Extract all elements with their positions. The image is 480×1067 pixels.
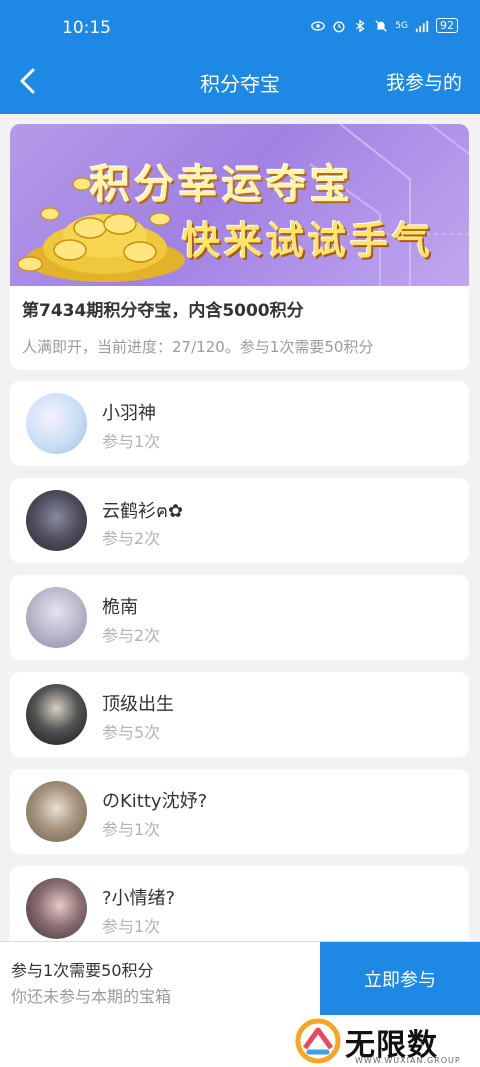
participation-status: 你还未参与本期的宝箱 — [11, 987, 172, 1006]
watermark-url: WWW.WUXIAN.GROUP — [355, 1056, 461, 1065]
participant-item[interactable]: 顶级出生 参与5次 — [10, 672, 469, 757]
participant-name: ?小情绪? — [102, 888, 176, 909]
status-icons: 5G 92 — [311, 18, 458, 33]
participant-item[interactable]: ?小情绪? 参与1次 — [10, 866, 469, 951]
participant-item[interactable]: 桅南 参与2次 — [10, 575, 469, 660]
banner-subheadline: 快来试试手气 — [182, 219, 435, 263]
lottery-card: 积分幸运夺宝 快来试试手气 第7434期积分夺宝，内含5000积分 人满即开，当… — [10, 124, 469, 370]
participant-name: 云鹤衫ฅ✿ — [102, 501, 184, 522]
brand-logo-icon — [295, 1018, 341, 1064]
participant-count: 参与5次 — [102, 723, 161, 742]
status-bar: 10:15 5G 92 — [0, 0, 480, 48]
participant-item[interactable]: のKitty沈妤? 参与1次 — [10, 769, 469, 854]
eye-icon — [311, 20, 326, 31]
participant-count: 参与2次 — [102, 529, 161, 548]
avatar — [26, 490, 87, 551]
watermark-logo: 无限数码 WWW.WUXIAN.GROUP — [295, 1018, 465, 1065]
avatar — [26, 393, 87, 454]
participant-count: 参与2次 — [102, 626, 161, 645]
avatar — [26, 587, 87, 648]
cost-text: 参与1次需要50积分 — [11, 961, 154, 980]
status-time: 10:15 — [62, 18, 111, 38]
participant-name: 小羽神 — [102, 403, 156, 424]
join-now-button[interactable]: 立即参与 — [320, 942, 480, 1015]
participant-count: 参与1次 — [102, 432, 161, 451]
alarm-icon — [333, 20, 345, 32]
bluetooth-icon — [356, 18, 365, 33]
period-description: 人满即开，当前进度：27/120。参与1次需要50积分 — [22, 338, 374, 356]
period-title: 第7434期积分夺宝，内含5000积分 — [22, 301, 304, 321]
participant-count: 参与1次 — [102, 820, 161, 839]
participant-item[interactable]: 小羽神 参与1次 — [10, 381, 469, 466]
battery-icon: 92 — [436, 18, 458, 33]
banner-headline: 积分幸运夺宝 — [90, 162, 354, 208]
participant-list: 小羽神 参与1次 云鹤衫ฅ✿ 参与2次 桅南 参与2次 顶级出生 参与5次 のK… — [10, 381, 469, 963]
participant-name: 桅南 — [102, 597, 138, 618]
participant-name: のKitty沈妤? — [102, 791, 208, 812]
my-participation-button[interactable]: 我参与的 — [386, 68, 462, 95]
avatar — [26, 684, 87, 745]
nav-bar: 积分夺宝 我参与的 — [0, 48, 480, 114]
participant-name: 顶级出生 — [102, 694, 174, 715]
avatar — [26, 878, 87, 939]
avatar — [26, 781, 87, 842]
participant-count: 参与1次 — [102, 917, 161, 936]
network-type: 5G — [395, 20, 408, 31]
participant-item[interactable]: 云鹤衫ฅ✿ 参与2次 — [10, 478, 469, 563]
mute-icon — [375, 19, 388, 32]
lottery-banner: 积分幸运夺宝 快来试试手气 — [10, 124, 469, 286]
signal-icon — [415, 20, 429, 32]
